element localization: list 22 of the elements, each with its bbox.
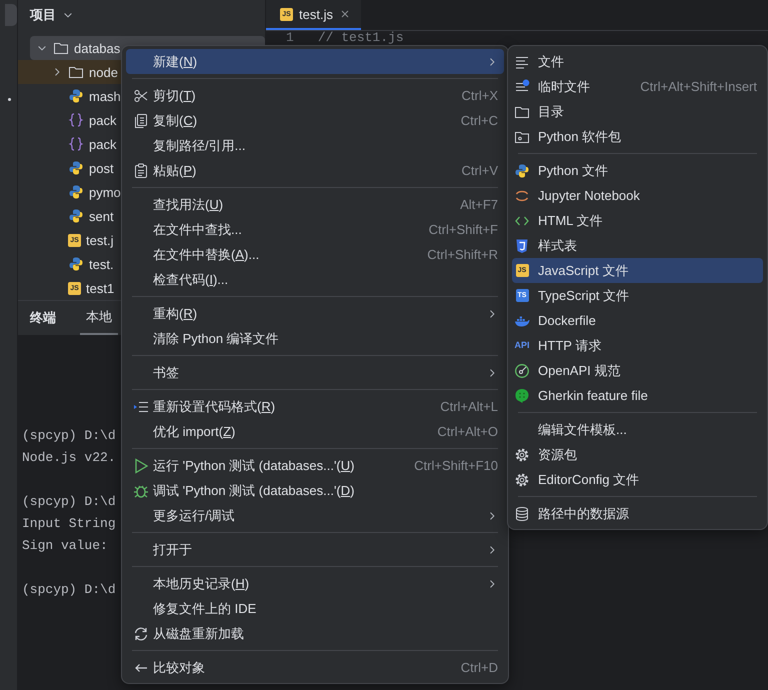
panel-title: 终端 [30, 309, 56, 327]
terminal-line: Sign value: [22, 537, 108, 555]
shortcut-text: Ctrl+C [460, 113, 498, 128]
panel-title: 项目 [30, 6, 56, 24]
code-line: // test1.js [318, 31, 404, 45]
terminal-line: Node.js v22. [22, 449, 116, 467]
shortcut-text: Alt+F7 [460, 197, 498, 212]
terminal-line: (spcyp) D:\d [22, 427, 116, 445]
shortcut-text: Ctrl+X [462, 88, 498, 103]
shortcut-text: Ctrl+V [462, 163, 498, 178]
terminal-line: (spcyp) D:\d [22, 581, 116, 599]
shortcut-text: Ctrl+Shift+F [428, 222, 498, 237]
shortcut-text: Ctrl+Alt+Shift+Insert [640, 79, 757, 94]
shortcut-text: Ctrl+Shift+R [427, 247, 498, 262]
terminal-line: Input String [22, 515, 116, 533]
terminal-line: (spcyp) D:\d [22, 493, 116, 511]
api-icon: API [514, 339, 530, 352]
shortcut-text: Ctrl+Shift+F10 [414, 458, 498, 473]
shortcut-text: Ctrl+D [460, 660, 498, 675]
line-number: 1 [286, 31, 294, 45]
shortcut-text: Ctrl+Alt+O [437, 424, 498, 439]
shortcut-text: Ctrl+Alt+L [440, 399, 498, 414]
